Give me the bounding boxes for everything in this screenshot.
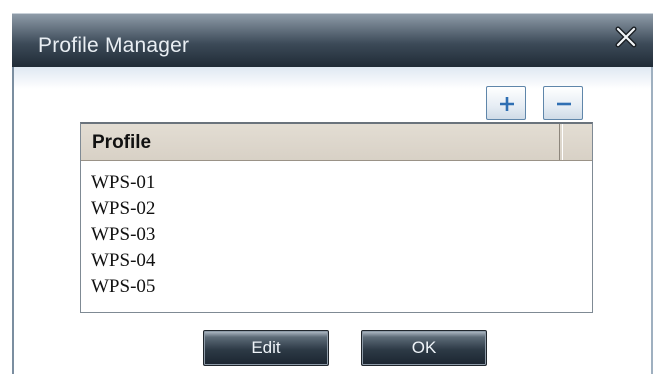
profile-list[interactable]: Profile WPS-01 WPS-02 WPS-03 WPS-04 WPS-…	[80, 122, 593, 313]
window-frame-right	[651, 67, 653, 374]
profile-rows: WPS-01 WPS-02 WPS-03 WPS-04 WPS-05	[81, 170, 592, 300]
add-profile-button[interactable]	[486, 86, 526, 120]
column-header-profile[interactable]: Profile	[81, 124, 560, 160]
close-button[interactable]	[613, 24, 639, 50]
list-item[interactable]: WPS-03	[81, 222, 592, 248]
list-item[interactable]: WPS-05	[81, 274, 592, 300]
title-bar[interactable]: Profile Manager	[12, 13, 653, 68]
remove-profile-button[interactable]	[543, 86, 583, 120]
column-header-filler	[562, 124, 592, 160]
list-item[interactable]: WPS-01	[81, 170, 592, 196]
profile-manager-dialog: Profile Manager Profile WPS-01 WPS-02 WP…	[0, 0, 656, 374]
ok-button[interactable]: OK	[361, 330, 487, 366]
plus-icon	[500, 97, 514, 111]
window-title: Profile Manager	[38, 34, 190, 57]
list-item[interactable]: WPS-02	[81, 196, 592, 222]
column-header-label: Profile	[92, 132, 152, 153]
minus-icon	[557, 102, 571, 106]
close-icon	[615, 26, 637, 48]
list-header: Profile	[81, 124, 592, 161]
edit-button[interactable]: Edit	[203, 330, 329, 366]
list-item[interactable]: WPS-04	[81, 248, 592, 274]
